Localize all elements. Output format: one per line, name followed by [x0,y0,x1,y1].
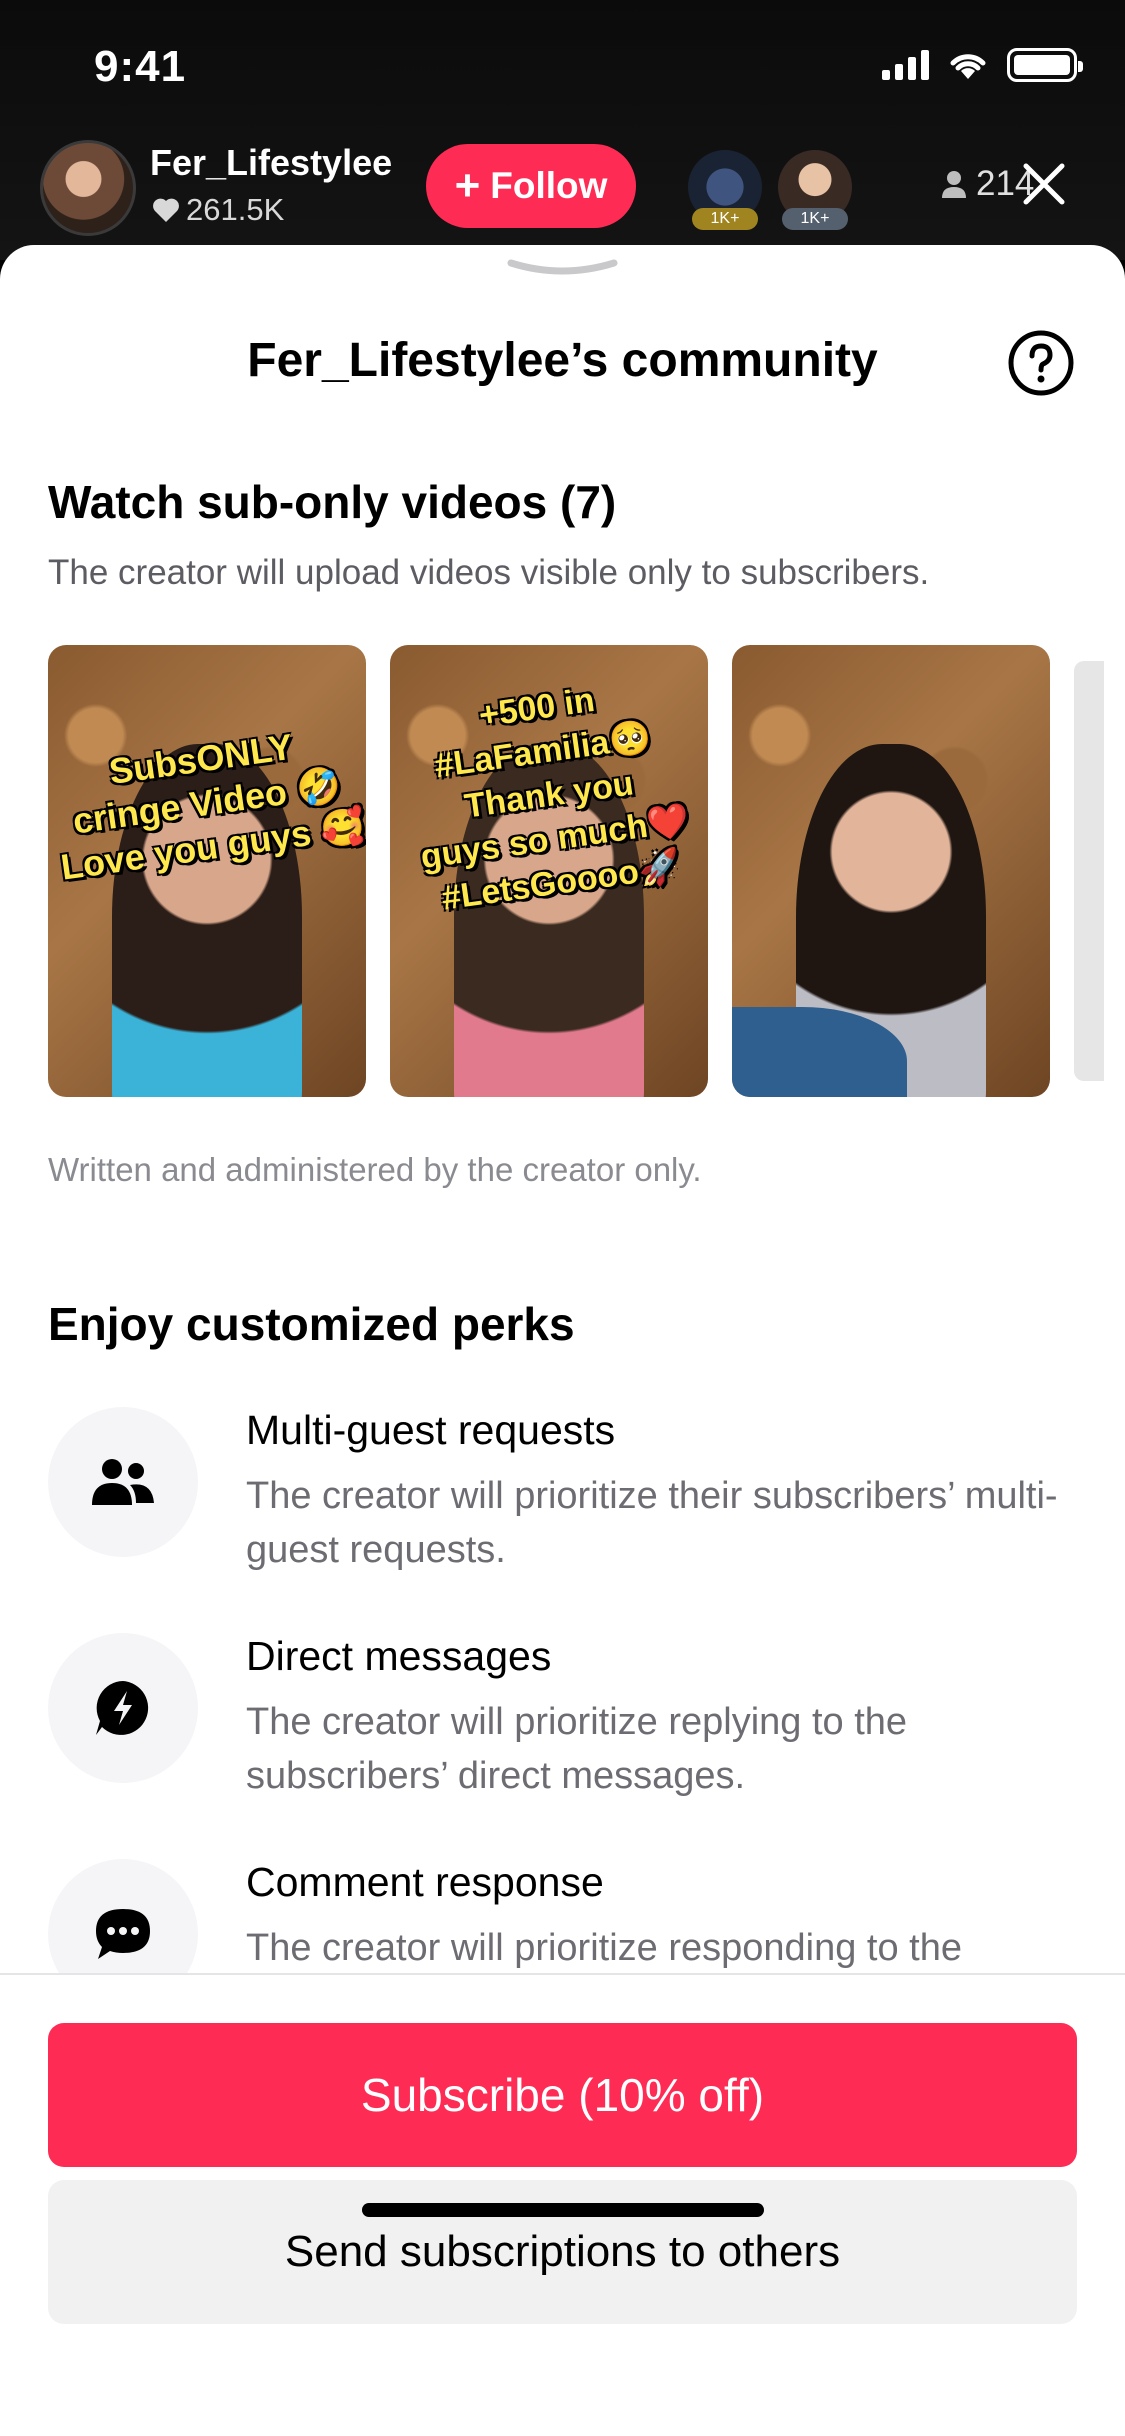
send-subscriptions-button[interactable]: Send subscriptions to others [48,2180,1077,2324]
status-time: 9:41 [94,42,187,91]
video-thumbnail[interactable]: SubsONLY cringe Video 🤣 Love you guys 🥰 [48,645,366,1097]
creator-footnote: Written and administered by the creator … [48,1151,702,1188]
sub-only-videos-title: Watch sub-only videos (7) [48,476,617,528]
gifter-badge-label: 1K+ [692,208,758,230]
people-icon [92,1459,154,1505]
host-info-row: Fer_Lifestylee 261.5K + Follow 1K+ 1K+ 2… [40,140,1090,236]
community-sheet: Fer_Lifestylee’s community Watch sub-onl… [0,245,1125,2436]
perk-item-direct-messages: Direct messages The creator will priorit… [48,1633,1088,1833]
battery-icon [1007,48,1083,82]
perk-icon-wrap [48,1633,198,1783]
person-icon [942,171,966,198]
video-thumbnail-peek[interactable] [1074,661,1104,1081]
perk-description: The creator will prioritize replying to … [246,1701,908,1797]
home-indicator[interactable] [362,2203,764,2217]
video-thumbnail[interactable] [732,645,1050,1097]
close-icon[interactable] [1014,154,1074,214]
perks-title: Enjoy customized perks [48,1298,575,1350]
host-likes: 261.5K [152,192,284,228]
perk-description: The creator will prioritize responding t… [246,1927,963,1969]
video-thumbnail-carousel[interactable]: SubsONLY cringe Video 🤣 Love you guys 🥰 … [48,645,1125,1097]
sub-only-videos-subtitle: The creator will upload videos visible o… [48,553,930,592]
host-likes-count: 261.5K [186,192,285,227]
lightning-message-icon [96,1681,149,1735]
perk-title: Comment response [246,1859,604,1905]
perk-title: Multi-guest requests [246,1407,616,1453]
status-icons [882,48,1083,82]
perk-title: Direct messages [246,1633,552,1679]
host-avatar[interactable] [40,140,136,236]
status-bar: 9:41 [0,0,1125,130]
comment-dots-icon [96,1909,150,1959]
top-gifter-avatar[interactable]: 1K+ [778,150,852,230]
perk-item-multi-guest: Multi-guest requests The creator will pr… [48,1407,1088,1607]
help-icon[interactable] [1007,329,1075,397]
top-gifters: 1K+ 1K+ [688,150,852,230]
thumbnail-caption: +500 in #LaFamilia🥺 Thank you guys so mu… [418,680,692,918]
subscribe-button[interactable]: Subscribe (10% off) [48,2023,1077,2167]
perk-description: The creator will prioritize their subscr… [246,1475,1058,1571]
live-header-area: 9:41 Fer_Lifestylee 261.5K + Follow 1K+ … [0,0,1125,260]
host-name[interactable]: Fer_Lifestylee [150,142,392,184]
sheet-grabber-icon[interactable] [505,257,620,277]
sheet-title: Fer_Lifestylee’s community [247,334,878,387]
gifter-badge-label: 1K+ [782,208,848,230]
wifi-icon [950,54,986,79]
follow-label: Follow [490,165,608,206]
heart-icon [153,198,179,222]
plus-icon: + [454,161,481,210]
thumbnail-caption: SubsONLY cringe Video 🤣 Love you guys 🥰 [58,725,366,888]
top-gifter-avatar[interactable]: 1K+ [688,150,762,230]
video-thumbnail[interactable]: +500 in #LaFamilia🥺 Thank you guys so mu… [390,645,708,1097]
follow-button[interactable]: + Follow [426,144,636,228]
cellular-signal-icon [882,50,929,80]
perk-icon-wrap [48,1407,198,1557]
